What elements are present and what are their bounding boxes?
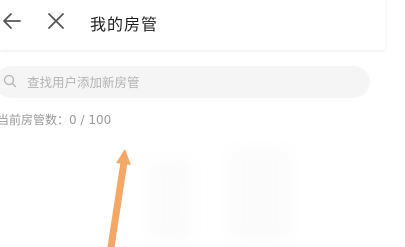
admin-count-value: 0 / 100	[69, 113, 112, 127]
blurred-background-patch	[230, 150, 290, 240]
back-button[interactable]	[0, 9, 24, 33]
admin-count: 当前房管数：0 / 100	[0, 111, 111, 128]
close-icon	[48, 13, 64, 29]
admin-count-label: 当前房管数：	[0, 113, 70, 127]
arrow-left-icon	[3, 13, 21, 29]
top-bar: 我的房管	[0, 0, 385, 50]
search-bar[interactable]	[0, 66, 370, 98]
blurred-background-patch	[150, 160, 190, 240]
close-button[interactable]	[44, 9, 68, 33]
page-title: 我的房管	[90, 15, 159, 34]
search-icon	[3, 74, 17, 88]
search-input[interactable]	[27, 72, 347, 92]
